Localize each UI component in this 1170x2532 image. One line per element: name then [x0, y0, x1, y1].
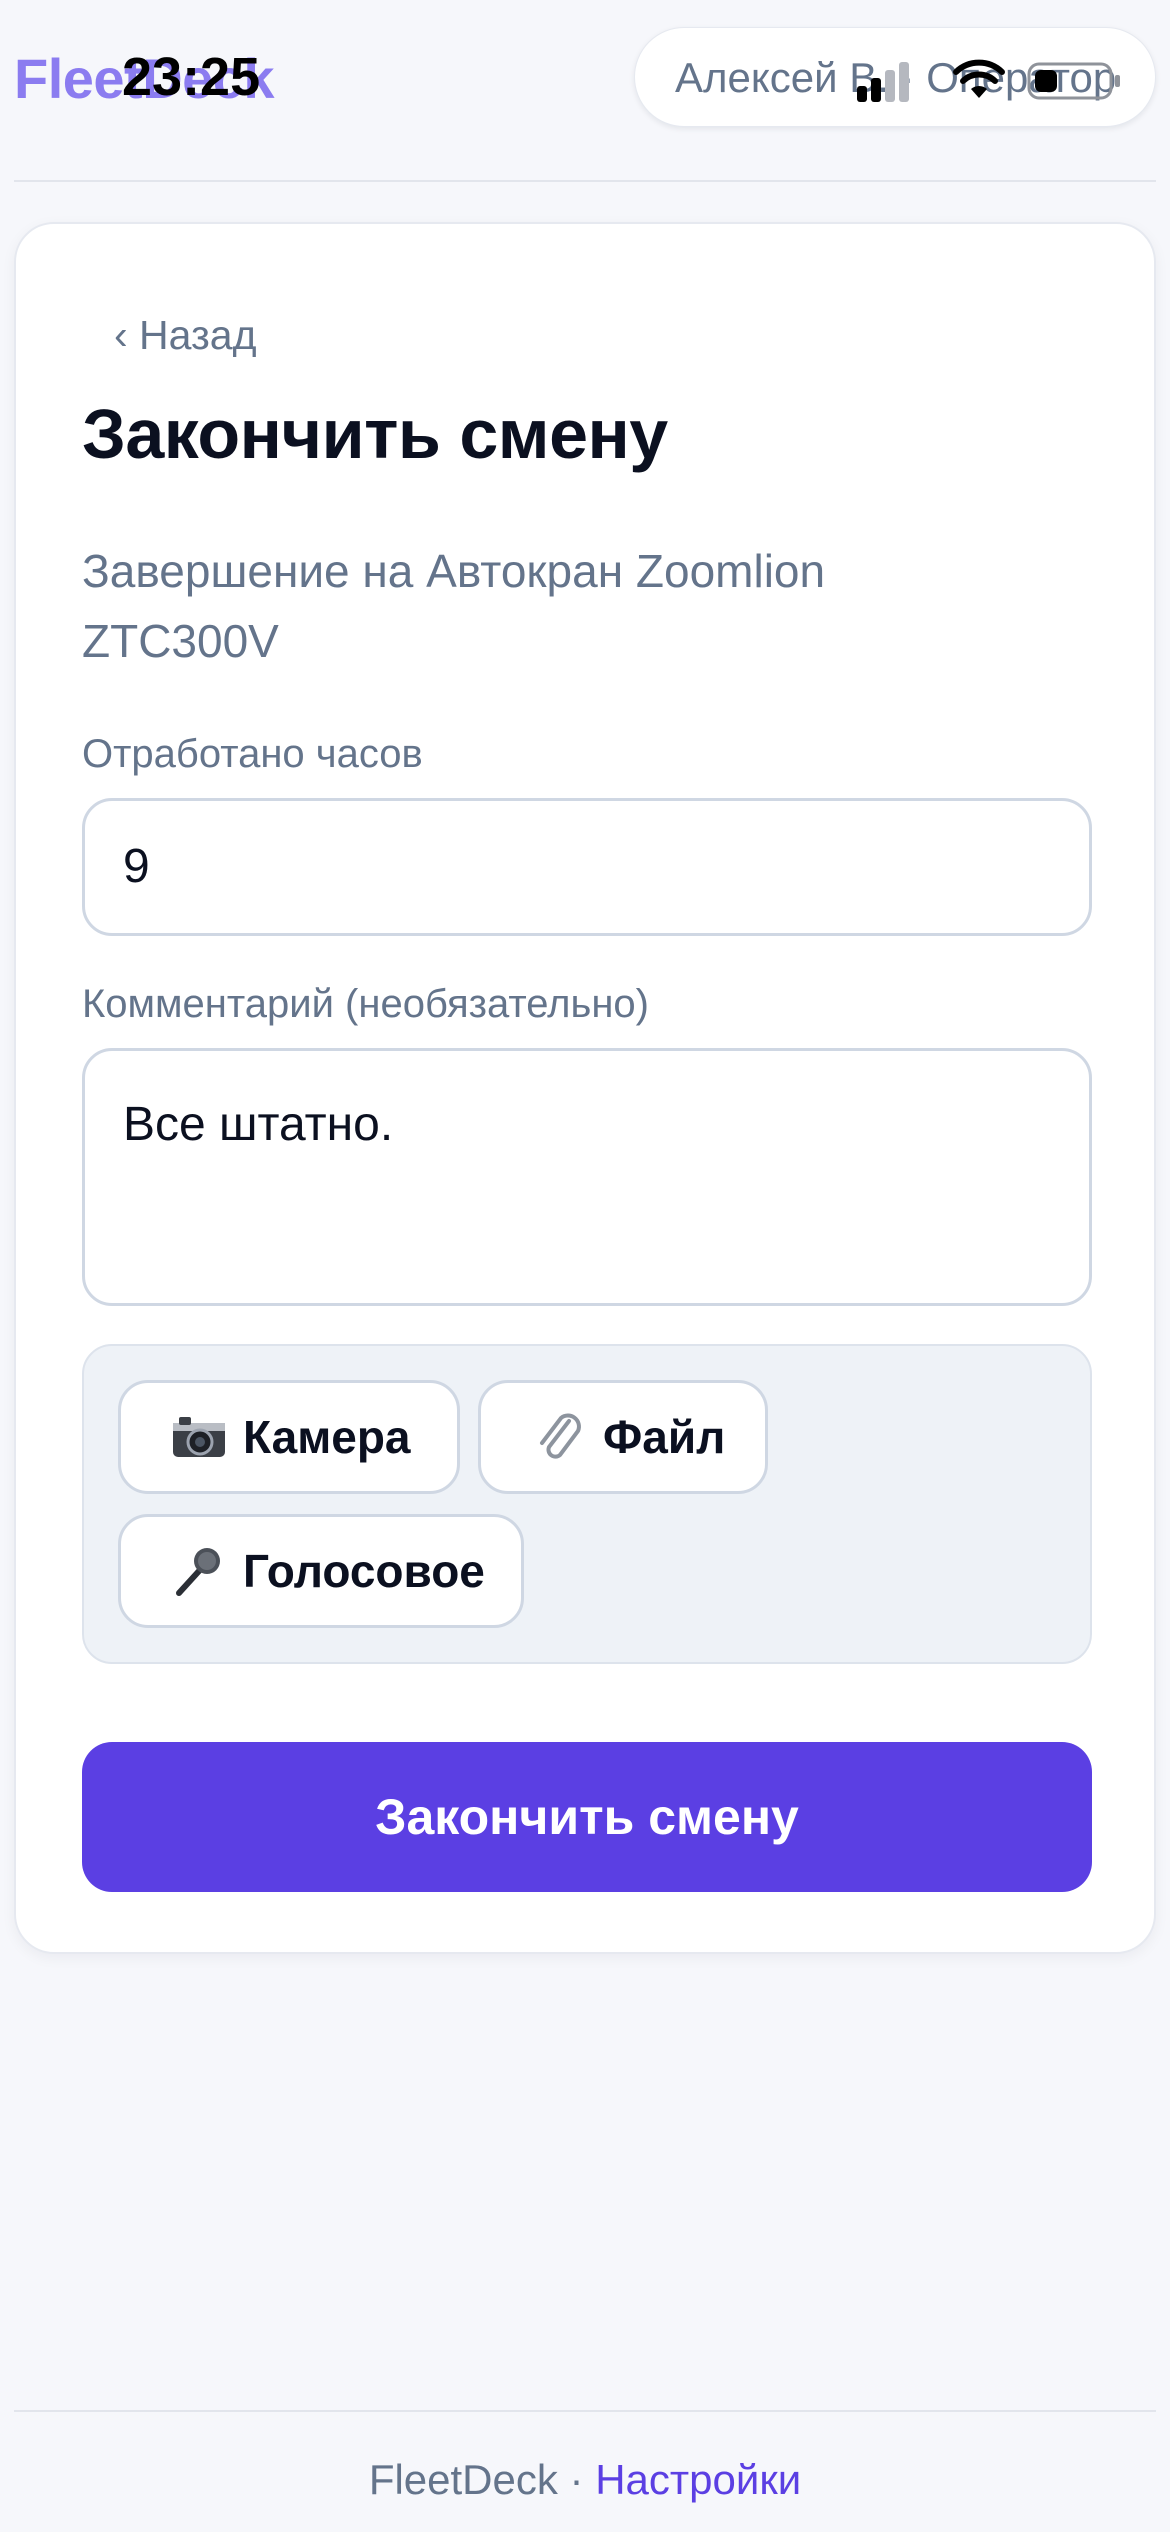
- equipment-subtitle: Завершение на Автокран Zoomlion ZTC300V: [82, 545, 826, 667]
- attachments-panel: Камера Файл Голосовое: [82, 1344, 1092, 1664]
- hours-input[interactable]: 9: [82, 798, 1092, 936]
- comment-textarea[interactable]: Все штатно.: [82, 1048, 1092, 1306]
- voice-label: Голосовое: [243, 1545, 485, 1597]
- wifi-icon: [953, 59, 1005, 98]
- file-label: Файл: [603, 1411, 726, 1463]
- footer-divider: [14, 2410, 1156, 2412]
- camera-icon: [169, 1407, 229, 1467]
- user-menu[interactable]: Алексей В. · Оператор: [634, 27, 1156, 127]
- header: FleetDeck 23:25 Алексей В. · Оператор: [0, 0, 1170, 182]
- page-title: Закончить смену: [82, 395, 668, 473]
- footer-separator: ·: [569, 2456, 584, 2503]
- footer-brand: FleetDeck: [368, 2456, 558, 2503]
- voice-button[interactable]: Голосовое: [118, 1514, 524, 1628]
- camera-button[interactable]: Камера: [118, 1380, 460, 1494]
- file-button[interactable]: Файл: [478, 1380, 768, 1494]
- comment-label: Комментарий (необязательно): [82, 982, 649, 1026]
- paperclip-icon: [529, 1407, 589, 1467]
- page: FleetDeck 23:25 Алексей В. · Оператор ‹ …: [0, 0, 1170, 2532]
- header-divider: [14, 180, 1156, 182]
- status-clock: 23:25: [122, 47, 261, 107]
- microphone-icon: [169, 1541, 229, 1601]
- back-link[interactable]: ‹ Назад: [114, 312, 257, 359]
- footer: FleetDeck · Настройки: [0, 2456, 1170, 2504]
- finish-shift-card: ‹ Назад Закончить смену Завершение на Ав…: [14, 222, 1156, 1954]
- finish-shift-button[interactable]: Закончить смену: [82, 1742, 1092, 1892]
- camera-label: Камера: [243, 1411, 411, 1463]
- hours-label: Отработано часов: [82, 732, 423, 776]
- battery-icon: [1027, 62, 1120, 100]
- settings-link[interactable]: Настройки: [595, 2456, 801, 2503]
- status-icons: [857, 58, 1139, 102]
